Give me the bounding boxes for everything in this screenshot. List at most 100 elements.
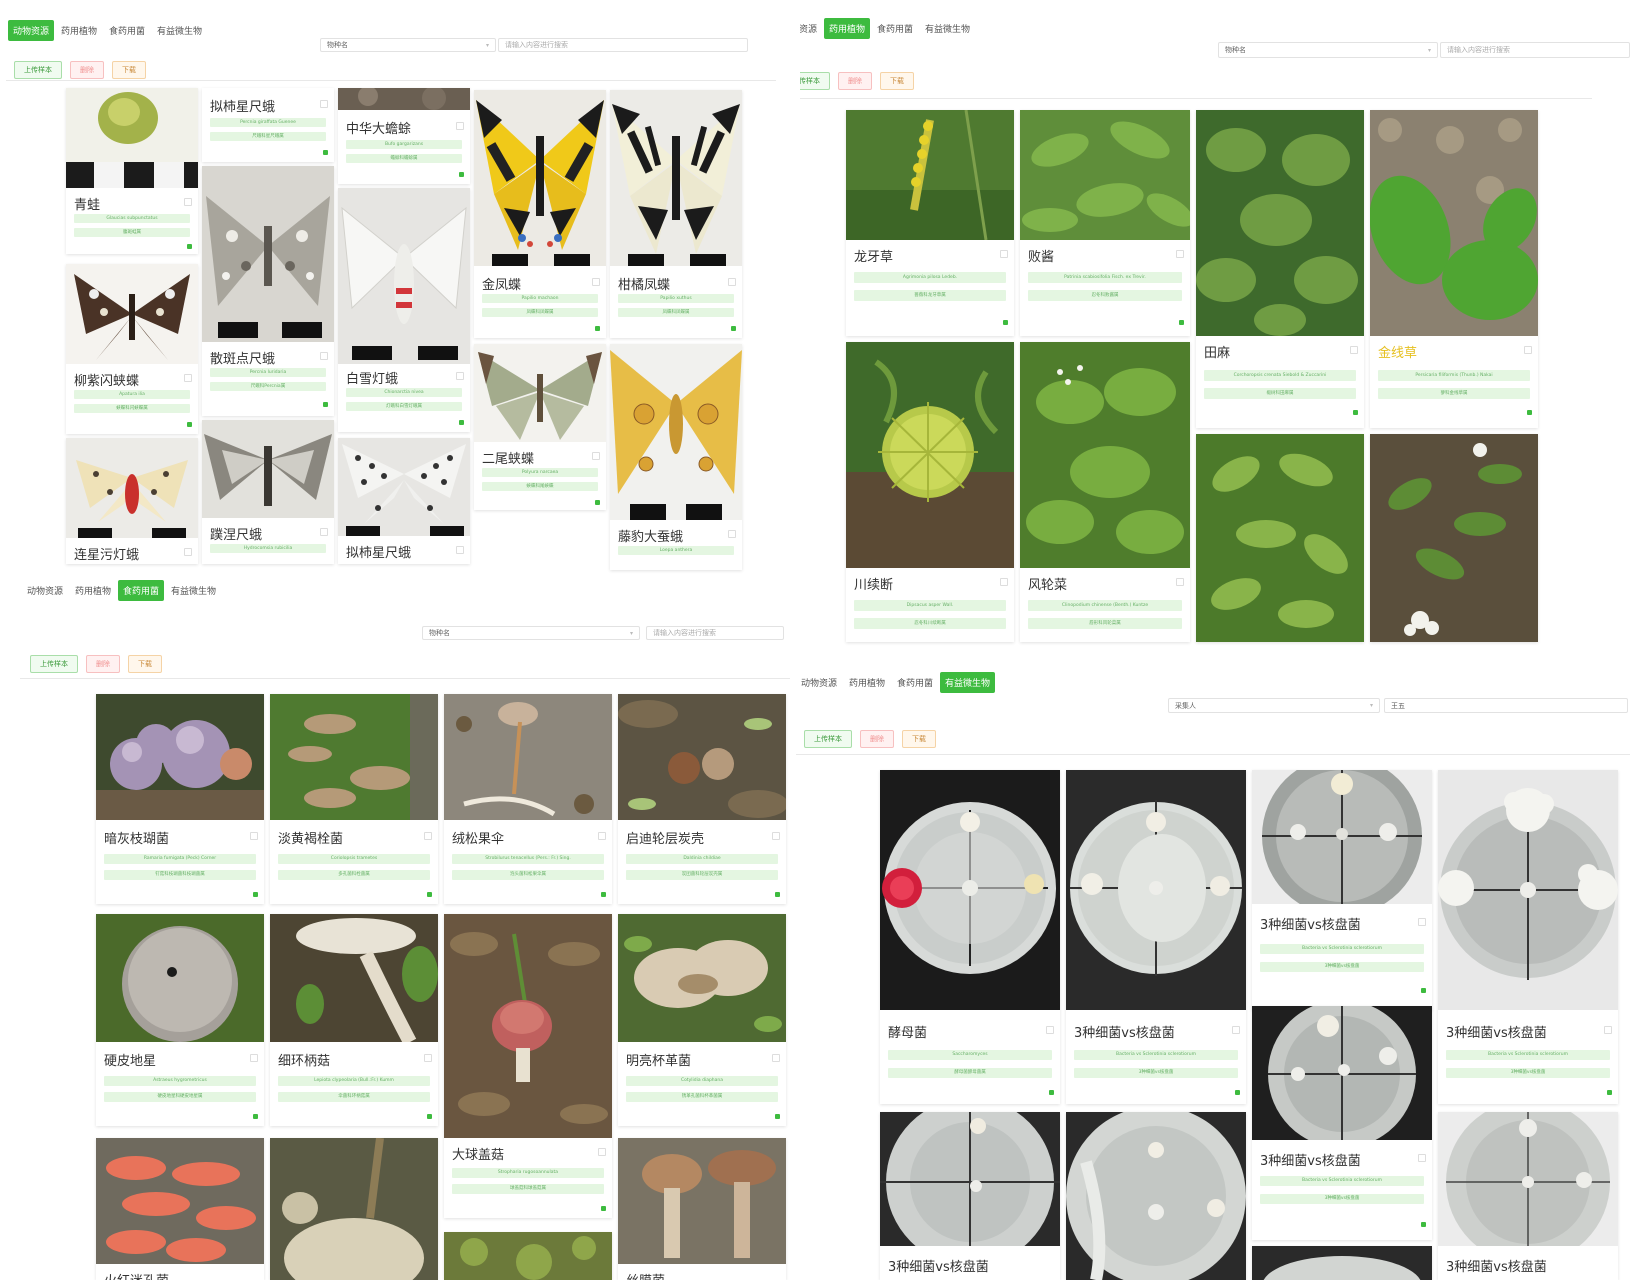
specimen-card[interactable] bbox=[444, 1232, 612, 1280]
select-checkbox[interactable] bbox=[1176, 578, 1184, 586]
drag-handle-icon[interactable] bbox=[253, 892, 258, 897]
select-checkbox[interactable] bbox=[424, 1054, 432, 1062]
specimen-card[interactable]: 龙牙草 Agrimonia pilosa Ledeb. 蔷薇科龙牙草属 bbox=[846, 110, 1014, 336]
filter-select[interactable]: 物种名 ▾ bbox=[1218, 42, 1438, 58]
specimen-card[interactable] bbox=[270, 1138, 438, 1280]
select-checkbox[interactable] bbox=[598, 1148, 606, 1156]
delete-button[interactable]: 删除 bbox=[860, 730, 894, 748]
specimen-card[interactable]: 柳紫闪蛱蝶 Apatura ilia 蛱蝶科闪蛱蝶属 bbox=[66, 264, 198, 434]
specimen-card[interactable]: 暗灰枝瑚菌 Ramaria fumigata (Peck) Corner 钉菇科… bbox=[96, 694, 264, 904]
search-input[interactable]: 王五 bbox=[1384, 698, 1628, 713]
specimen-card[interactable]: 二尾蛱蝶 Polyura narcaea 蛱蝶科尾蛱蝶 bbox=[474, 344, 606, 510]
tab-edible-fungi[interactable]: 食药用菌 bbox=[892, 672, 938, 693]
select-checkbox[interactable] bbox=[1524, 346, 1532, 354]
drag-handle-icon[interactable] bbox=[775, 1114, 780, 1119]
filter-select[interactable]: 物种名 ▾ bbox=[320, 38, 496, 52]
specimen-card[interactable] bbox=[1370, 434, 1538, 642]
search-input[interactable]: 请输入内容进行搜索 bbox=[1440, 42, 1630, 58]
delete-button[interactable]: 删除 bbox=[838, 72, 872, 90]
select-checkbox[interactable] bbox=[772, 832, 780, 840]
specimen-card[interactable]: 柑橘凤蝶 Papilio xuthus 凤蝶科凤蝶属 bbox=[610, 90, 742, 338]
select-checkbox[interactable] bbox=[1232, 1026, 1240, 1034]
specimen-card[interactable] bbox=[1196, 434, 1364, 642]
upload-button[interactable]: 上传样本 bbox=[14, 61, 62, 79]
specimen-card[interactable]: 硬皮地星 Astraeus hygrometricus 硬皮地星科硬皮地星属 bbox=[96, 914, 264, 1126]
specimen-card[interactable]: 金凤蝶 Papilio machaon 凤蝶科凤蝶属 bbox=[474, 90, 606, 338]
select-checkbox[interactable] bbox=[1000, 250, 1008, 258]
select-checkbox[interactable] bbox=[728, 278, 736, 286]
select-checkbox[interactable] bbox=[320, 352, 328, 360]
drag-handle-icon[interactable] bbox=[1353, 410, 1358, 415]
specimen-card[interactable]: 火红迷孔菌 bbox=[96, 1138, 264, 1280]
select-checkbox[interactable] bbox=[598, 832, 606, 840]
specimen-card[interactable] bbox=[1252, 1246, 1432, 1280]
select-checkbox[interactable] bbox=[456, 372, 464, 380]
drag-handle-icon[interactable] bbox=[459, 172, 464, 177]
select-checkbox[interactable] bbox=[456, 546, 464, 554]
specimen-card[interactable]: 败酱 Patrinia scabiosifolia Fisch. ex Trev… bbox=[1020, 110, 1190, 336]
select-checkbox[interactable] bbox=[772, 1054, 780, 1062]
search-input[interactable]: 请输入内容进行搜索 bbox=[498, 38, 748, 52]
specimen-card[interactable]: 3种细菌vs核盘菌 bbox=[880, 1112, 1060, 1280]
drag-handle-icon[interactable] bbox=[1421, 1222, 1426, 1227]
select-checkbox[interactable] bbox=[424, 832, 432, 840]
tab-medicinal-plants[interactable]: 药用植物 bbox=[824, 18, 871, 39]
delete-button[interactable]: 删除 bbox=[86, 655, 120, 673]
tab-animals[interactable]: 动物资源 bbox=[22, 580, 68, 601]
specimen-card[interactable]: 风轮菜 Clinopodium chinense (Benth.) Kuntze… bbox=[1020, 342, 1190, 642]
tab-animals[interactable]: 动物资源 bbox=[8, 20, 55, 41]
specimen-card[interactable]: 蹼涅尺蛾 Hydrocomsia rubicilia bbox=[202, 420, 334, 564]
tab-medicinal-plants[interactable]: 药用植物 bbox=[844, 672, 890, 693]
specimen-card[interactable]: 藤豹大蚕蛾 Loepa anthera bbox=[610, 344, 742, 570]
specimen-card[interactable]: 绒松果伞 Strobilurus tenacellus (Pers.: Fr.)… bbox=[444, 694, 612, 904]
select-checkbox[interactable] bbox=[1350, 346, 1358, 354]
drag-handle-icon[interactable] bbox=[187, 244, 192, 249]
filter-select[interactable]: 物种名 ▾ bbox=[422, 626, 640, 640]
specimen-card[interactable]: 连星污灯蛾 bbox=[66, 438, 198, 564]
specimen-card[interactable]: 淡黄褐栓菌 Coriolopsis trametes 多孔菌科栓菌属 bbox=[270, 694, 438, 904]
tab-microbes[interactable]: 有益微生物 bbox=[940, 672, 996, 693]
drag-handle-icon[interactable] bbox=[1527, 410, 1532, 415]
specimen-card[interactable]: 田麻 Corchoropsis crenata Siebold & Zuccar… bbox=[1196, 110, 1364, 428]
select-checkbox[interactable] bbox=[184, 374, 192, 382]
download-button[interactable]: 下载 bbox=[112, 61, 146, 79]
select-checkbox[interactable] bbox=[320, 528, 328, 536]
drag-handle-icon[interactable] bbox=[601, 1206, 606, 1211]
drag-handle-icon[interactable] bbox=[1179, 320, 1184, 325]
tab-microbes[interactable]: 有益微生物 bbox=[920, 18, 975, 39]
select-checkbox[interactable] bbox=[250, 1054, 258, 1062]
drag-handle-icon[interactable] bbox=[187, 422, 192, 427]
specimen-card[interactable]: 拟柿星尺蛾 bbox=[338, 438, 470, 564]
tab-edible-fungi[interactable]: 食药用菌 bbox=[104, 20, 150, 41]
upload-button[interactable]: 上传样本 bbox=[30, 655, 78, 673]
specimen-card[interactable]: 中华大蟾蜍 Bufo gargarizans 蟾蜍科蟾蜍属 bbox=[338, 88, 470, 184]
specimen-card[interactable]: 大球盖菇 Stropharia rugosoannulata 球盖菇科球盖菇属 bbox=[444, 914, 612, 1218]
specimen-card[interactable]: 丝膜菌 bbox=[618, 1138, 786, 1280]
tab-medicinal-plants[interactable]: 药用植物 bbox=[70, 580, 116, 601]
select-checkbox[interactable] bbox=[1418, 918, 1426, 926]
drag-handle-icon[interactable] bbox=[253, 1114, 258, 1119]
tab-medicinal-plants[interactable]: 药用植物 bbox=[56, 20, 102, 41]
select-checkbox[interactable] bbox=[250, 832, 258, 840]
filter-select[interactable]: 采集人 ▾ bbox=[1168, 698, 1380, 713]
select-checkbox[interactable] bbox=[592, 278, 600, 286]
tab-animals[interactable]: 动物资源 bbox=[796, 672, 842, 693]
select-checkbox[interactable] bbox=[1604, 1026, 1612, 1034]
download-button[interactable]: 下载 bbox=[880, 72, 914, 90]
specimen-card[interactable] bbox=[1066, 1112, 1246, 1280]
specimen-card[interactable]: 3种细菌vs核盘菌 Bacteria vs Sclerotinia sclero… bbox=[1252, 1006, 1432, 1240]
specimen-card[interactable]: 拟柿星尺蛾 Percnia giraffata Guenee 尺蛾科星尺蛾属 bbox=[202, 88, 334, 162]
tab-animals[interactable]: 动物资源 bbox=[800, 18, 822, 39]
drag-handle-icon[interactable] bbox=[1607, 1090, 1612, 1095]
drag-handle-icon[interactable] bbox=[323, 150, 328, 155]
select-checkbox[interactable] bbox=[1176, 250, 1184, 258]
select-checkbox[interactable] bbox=[1046, 1026, 1054, 1034]
specimen-card[interactable]: 酵母菌 Saccharomyces 酵母菌酵母菌属 bbox=[880, 770, 1060, 1104]
drag-handle-icon[interactable] bbox=[595, 500, 600, 505]
drag-handle-icon[interactable] bbox=[1049, 1090, 1054, 1095]
drag-handle-icon[interactable] bbox=[427, 1114, 432, 1119]
select-checkbox[interactable] bbox=[184, 198, 192, 206]
select-checkbox[interactable] bbox=[320, 100, 328, 108]
select-checkbox[interactable] bbox=[184, 548, 192, 556]
tab-edible-fungi[interactable]: 食药用菌 bbox=[872, 18, 918, 39]
